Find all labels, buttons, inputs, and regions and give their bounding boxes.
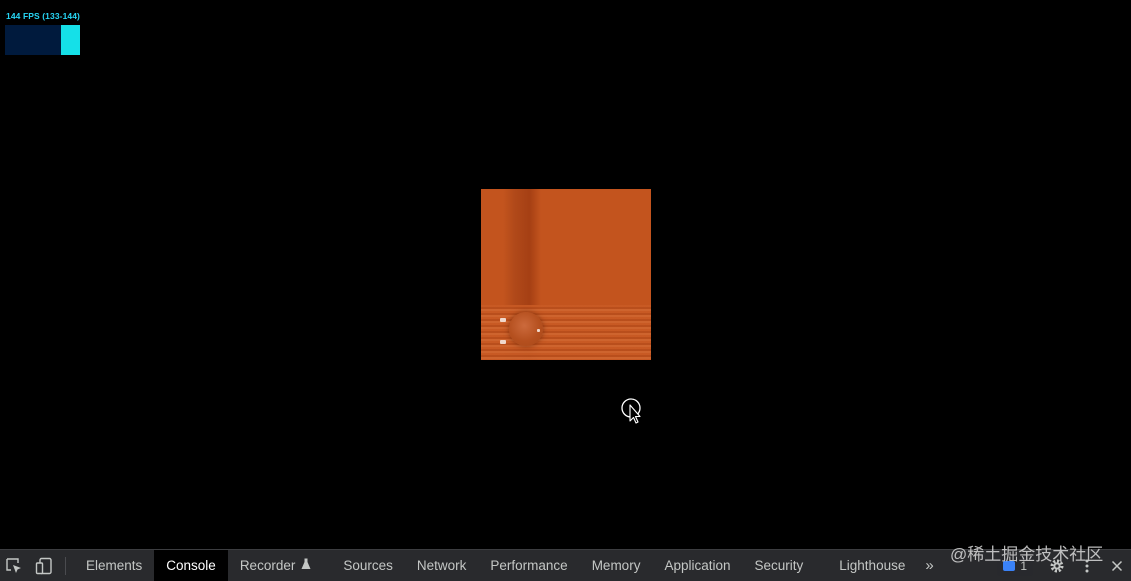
tab-elements[interactable]: Elements [74,550,154,581]
kebab-menu-icon[interactable] [1075,554,1099,578]
tab-lighthouse[interactable]: Lighthouse [815,550,917,581]
device-toolbar-icon[interactable] [33,555,55,577]
issues-count: 1 [1020,558,1027,573]
toolbar-divider [65,556,66,575]
tab-memory[interactable]: Memory [580,550,653,581]
devtools-right-tools: 1 [997,550,1131,581]
fps-bar [61,25,80,55]
more-tabs-button[interactable]: » [921,557,937,574]
axis-marker [537,329,540,332]
webgl-canvas[interactable] [481,189,651,360]
fps-graph [5,25,80,55]
horizontal-streaks [481,305,651,360]
axis-marker [500,340,506,344]
tab-sources[interactable]: Sources [323,550,405,581]
issues-badge[interactable]: 1 [997,555,1033,576]
tab-security[interactable]: Security [743,550,816,581]
gear-icon[interactable] [1045,554,1069,578]
close-icon[interactable] [1105,554,1129,578]
tab-console[interactable]: Console [154,550,228,581]
tab-network[interactable]: Network [405,550,479,581]
chat-icon [1003,560,1016,571]
inspect-element-icon[interactable] [3,555,25,577]
fps-meter: 144 FPS (133-144) [5,10,83,56]
axis-marker [500,318,506,322]
fps-label: 144 FPS (133-144) [6,11,80,21]
tab-recorder-label: Recorder [239,558,296,573]
cursor-icon [621,397,643,425]
page-viewport: 144 FPS (133-144) [0,0,1131,549]
flask-icon [301,558,311,573]
tab-application[interactable]: Application [652,550,742,581]
tab-performance[interactable]: Performance [478,550,579,581]
devtools-tab-bar: Elements Console Recorder Sources Networ… [0,549,1131,581]
tab-recorder[interactable]: Recorder [228,550,324,581]
